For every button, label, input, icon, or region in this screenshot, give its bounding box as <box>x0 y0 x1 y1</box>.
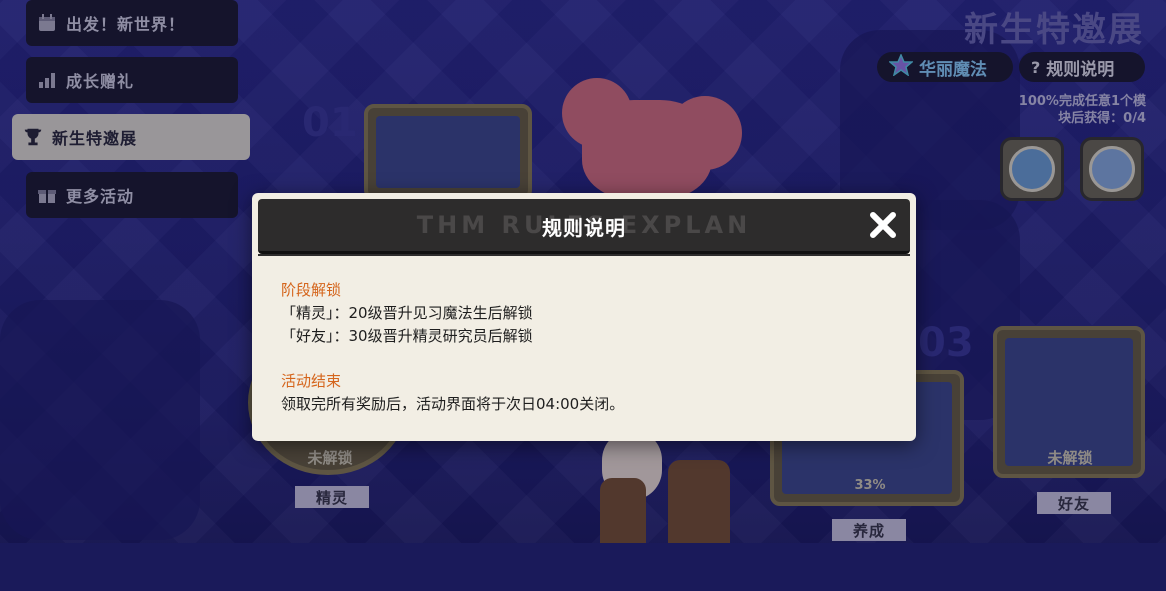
rules-dialog: THM RULES EXPLAN 规则说明 阶段解锁 「精灵」：20级晋升见习魔… <box>252 193 916 441</box>
section-heading-end: 活动结束 <box>281 372 342 390</box>
rule-line: 「精灵」：20级晋升见习魔法生后解锁 <box>281 304 533 322</box>
rule-line: 领取完所有奖励后，活动界面将于次日04:00关闭。 <box>281 395 625 413</box>
dialog-body: 阶段解锁 「精灵」：20级晋升见习魔法生后解锁 「好友」：30级晋升精灵研究员后… <box>281 279 881 416</box>
section-heading-unlock: 阶段解锁 <box>281 281 342 299</box>
dialog-header: THM RULES EXPLAN 规则说明 <box>258 199 910 254</box>
rule-line: 「好友」：30级晋升精灵研究员后解锁 <box>281 327 533 345</box>
close-button[interactable] <box>866 208 900 242</box>
bottom-bar <box>0 543 1166 591</box>
close-icon <box>870 212 896 238</box>
dialog-title: 规则说明 <box>542 216 626 240</box>
dialog-divider <box>258 254 910 256</box>
